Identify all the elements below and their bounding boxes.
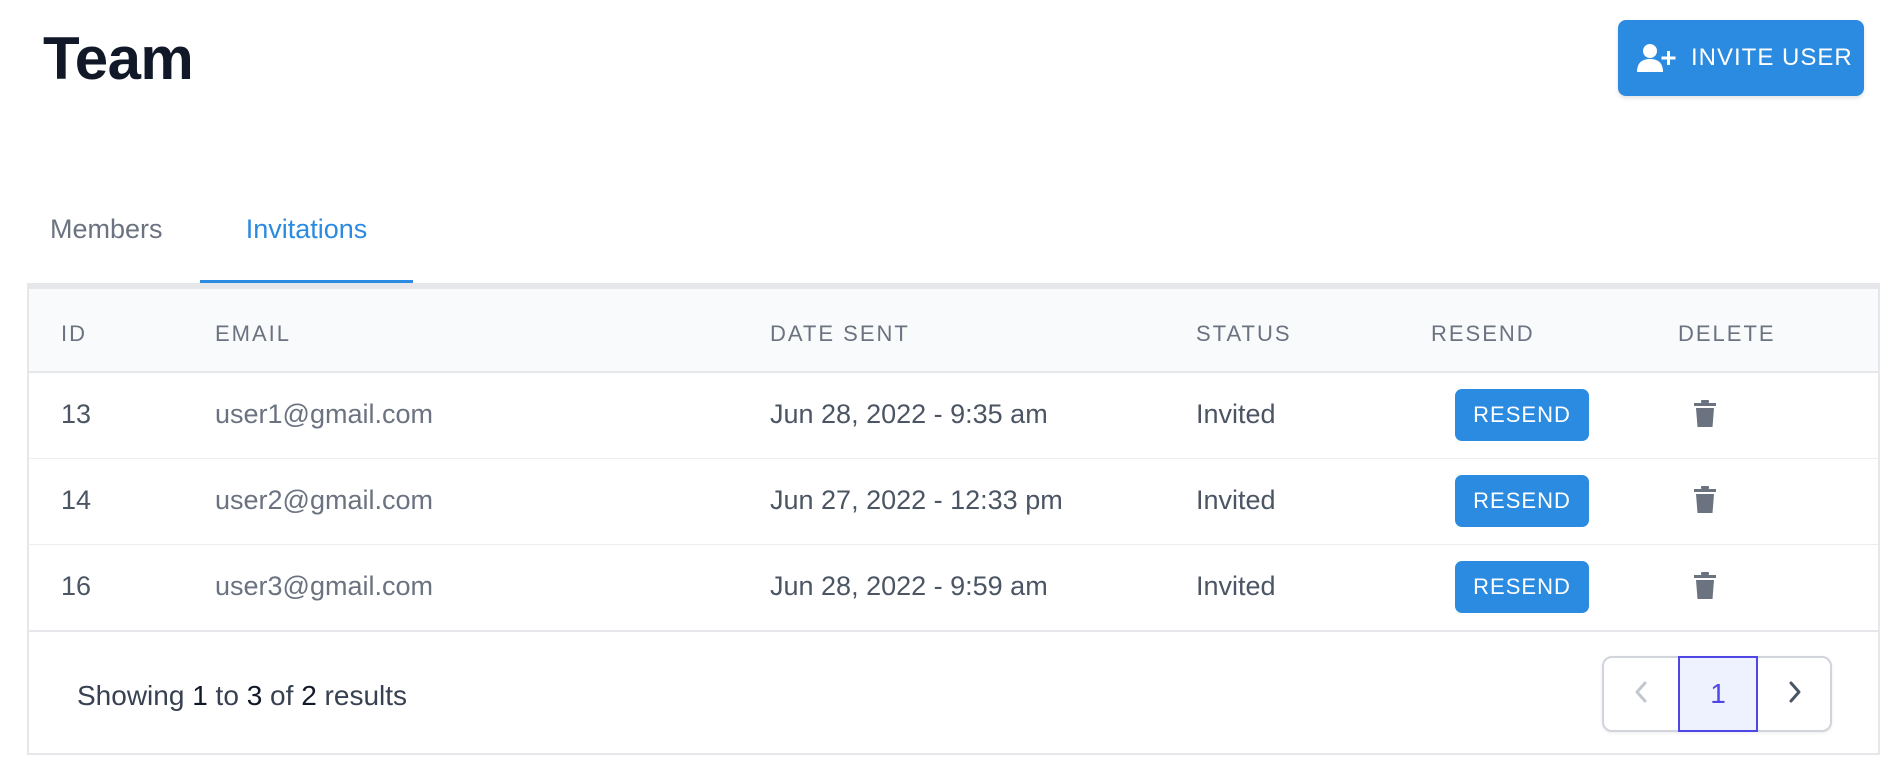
column-header-id: ID [61,321,87,346]
previous-page-button[interactable] [1604,658,1678,730]
column-header-resend: RESEND [1431,321,1535,346]
column-header-delete: DELETE [1678,321,1776,346]
results-from: 1 [192,680,208,711]
tab-members[interactable]: Members [50,196,163,286]
to-word: to [215,680,239,711]
cell-date-sent: Jun 28, 2022 - 9:59 am [770,571,1048,601]
cell-email: user3@gmail.com [215,571,433,601]
trash-icon[interactable] [1693,571,1717,601]
results-summary: Showing 1 to 3 of 2 results [77,680,407,712]
column-header-date-sent: DATE SENT [770,321,910,346]
results-total: 2 [301,680,317,711]
table-header: ID EMAIL DATE SENT STATUS RESEND DELETE [29,289,1878,373]
trash-icon[interactable] [1693,399,1717,429]
invite-user-button[interactable]: INVITE USER [1618,20,1864,96]
chevron-left-icon [1633,680,1649,709]
cell-email: user1@gmail.com [215,399,433,429]
cell-email: user2@gmail.com [215,485,433,515]
table-row: 14 user2@gmail.com Jun 27, 2022 - 12:33 … [29,459,1878,545]
table-footer: Showing 1 to 3 of 2 results 1 [29,630,1878,755]
results-word: results [324,680,408,711]
page-1-button[interactable]: 1 [1678,656,1758,732]
table-row: 13 user1@gmail.com Jun 28, 2022 - 9:35 a… [29,373,1878,459]
pagination: 1 [1602,656,1832,732]
cell-date-sent: Jun 28, 2022 - 9:35 am [770,399,1048,429]
results-to: 3 [246,680,263,711]
showing-prefix: Showing [77,680,185,711]
cell-date-sent: Jun 27, 2022 - 12:33 pm [770,485,1063,515]
of-word: of [270,680,294,711]
resend-button[interactable]: RESEND [1455,389,1589,441]
tab-invitations[interactable]: Invitations [200,196,413,284]
cell-status: Invited [1196,485,1276,515]
cell-id: 16 [61,571,92,601]
chevron-right-icon [1787,680,1803,709]
next-page-button[interactable] [1758,658,1832,730]
invitations-table: ID EMAIL DATE SENT STATUS RESEND DELETE … [27,283,1880,755]
trash-icon[interactable] [1693,485,1717,515]
resend-button[interactable]: RESEND [1455,475,1589,527]
tab-bar: Members Invitations [27,196,1880,286]
invite-user-label: INVITE USER [1691,44,1853,71]
cell-id: 13 [61,399,92,429]
table-row: 16 user3@gmail.com Jun 28, 2022 - 9:59 a… [29,545,1878,631]
column-header-email: EMAIL [215,321,292,346]
user-plus-icon [1637,41,1679,75]
cell-id: 14 [61,485,92,515]
page-title: Team [43,25,194,92]
resend-button[interactable]: RESEND [1455,561,1589,613]
cell-status: Invited [1196,571,1276,601]
cell-status: Invited [1196,399,1276,429]
column-header-status: STATUS [1196,321,1292,346]
